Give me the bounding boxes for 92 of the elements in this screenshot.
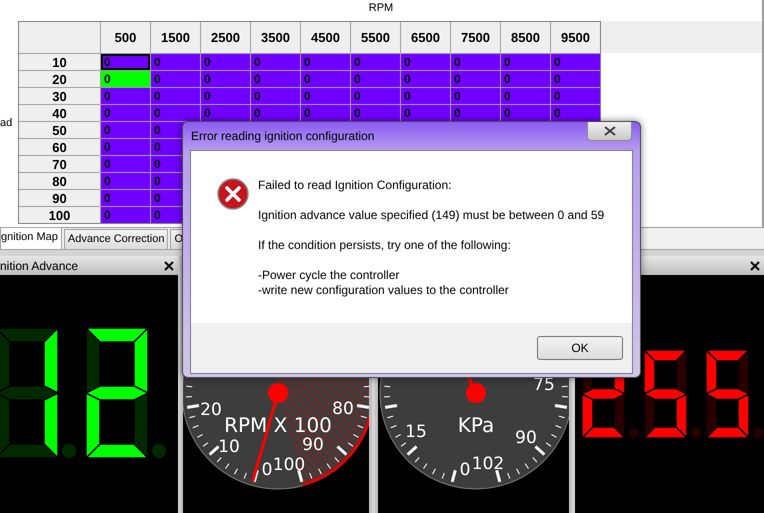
table-cell[interactable]: 0 [251,54,300,70]
row-header: 80 [19,173,100,189]
table-cell[interactable]: 0 [451,71,500,87]
table-cell[interactable]: 0 [401,71,450,87]
table-cell[interactable]: 0 [101,122,150,138]
column-header: 4500 [301,22,350,53]
scale-label: 0 [262,460,272,480]
table-cell[interactable]: 0 [201,71,250,87]
tab[interactable]: Advance Correction [64,229,168,249]
table-cell[interactable]: 0 [551,105,600,121]
column-header: 5500 [351,22,400,53]
close-icon[interactable] [164,260,174,270]
column-header: 8500 [501,22,550,53]
table-cell[interactable]: 0 [251,71,300,87]
message-text: Ignition advance value specified (149) must be between 0 and 59 [258,208,604,223]
axis-label: ad [0,116,12,128]
message-text: -write new configuration values to the controller [258,283,510,298]
scale-label: 20 [200,400,222,420]
table-cell[interactable]: 0 [301,88,350,104]
table-cell[interactable]: 0 [351,71,400,87]
error-icon [217,178,249,210]
close-icon[interactable] [750,260,760,270]
table-cell[interactable]: 0 [101,71,150,87]
table-cell[interactable]: 0 [401,88,450,104]
table-cell[interactable]: 0 [151,71,200,87]
scale-label: 100 [272,455,306,475]
table-cell[interactable]: 0 [451,54,500,70]
panel-title: nition Advance [0,258,78,272]
row-header: 50 [19,122,100,138]
table-cell[interactable]: 0 [501,88,550,104]
table-cell[interactable]: 0 [451,105,500,121]
table-cell[interactable]: 0 [151,88,200,104]
table-cell[interactable]: 0 [101,190,150,206]
table-cell[interactable]: 0 [151,105,200,121]
table-cell[interactable]: 0 [101,139,150,155]
table-cell[interactable]: 0 [201,88,250,104]
row-header: 20 [19,71,100,87]
table-cell[interactable]: 0 [351,54,400,70]
scale-label: 10 [218,437,240,457]
column-header: 6500 [401,22,450,53]
gauge-unit: KPa [458,413,494,437]
table-cell[interactable]: 0 [501,54,550,70]
table-cell[interactable]: 0 [301,105,350,121]
close-button[interactable] [587,122,632,141]
table-cell[interactable]: 0 [451,88,500,104]
row-header: 70 [19,156,100,172]
table-cell[interactable]: 0 [101,207,150,223]
axis-label: RPM [368,1,394,16]
message-text: If the condition persists, try one of the following: [258,238,512,253]
table-cell[interactable]: 0 [301,54,350,70]
message-text: Failed to read Ignition Configuration: [258,178,452,193]
row-header: 90 [19,190,100,206]
table-cell[interactable]: 0 [551,71,600,87]
table-cell[interactable]: 0 [101,54,150,70]
scale-label: 102 [472,454,504,474]
message-text: -Power cycle the controller [258,268,400,283]
row-header: 100 [19,207,100,223]
close-icon [604,126,616,136]
row-header: 10 [19,54,100,70]
table-cell[interactable]: 0 [201,54,250,70]
table-cell[interactable]: 0 [101,105,150,121]
row-header: 30 [19,88,100,104]
scale-label: 90 [515,428,537,448]
table-cell[interactable]: 0 [351,105,400,121]
scale-label: 0 [460,460,470,480]
row-header: 60 [19,139,100,155]
table-cell[interactable]: 0 [101,88,150,104]
table-cell[interactable]: 0 [101,173,150,189]
table-cell[interactable]: 0 [251,105,300,121]
table-cell[interactable]: 0 [501,105,550,121]
table-cell[interactable]: 0 [551,88,600,104]
table-cell[interactable]: 0 [251,88,300,104]
table-cell[interactable]: 0 [101,156,150,172]
table-cell[interactable]: 0 [401,54,450,70]
table-cell[interactable]: 0 [201,105,250,121]
ok-button[interactable]: OK [537,336,623,360]
column-header: 1500 [151,22,200,53]
needle-hub [268,383,288,403]
scale-label: 15 [405,422,427,442]
table-cell[interactable]: 0 [151,54,200,70]
row-header: 40 [19,105,100,121]
column-header: 3500 [251,22,300,53]
table-cell[interactable]: 0 [301,71,350,87]
column-header: 7500 [451,22,500,53]
table-cell[interactable]: 0 [351,88,400,104]
table-cell[interactable]: 0 [401,105,450,121]
column-header: 2500 [201,22,250,53]
table-cell[interactable]: 0 [551,54,600,70]
column-header: 500 [101,22,150,53]
column-header: 9500 [551,22,600,53]
tab[interactable]: gnition Map [0,227,62,249]
table-cell[interactable]: 0 [501,71,550,87]
